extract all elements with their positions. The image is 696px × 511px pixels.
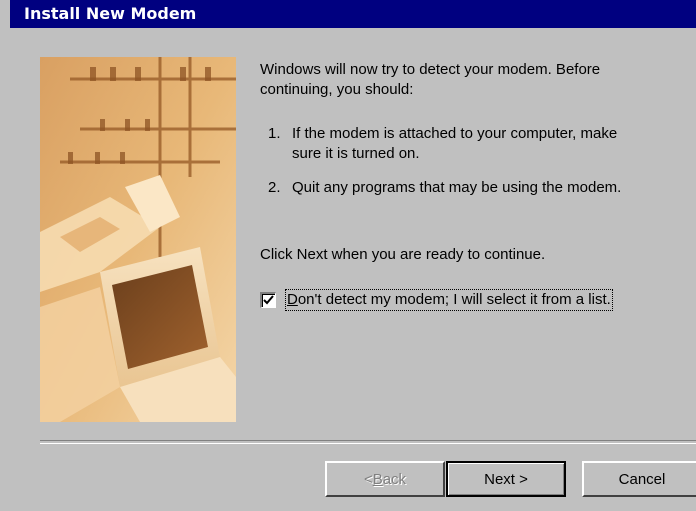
ready-text: Click Next when you are ready to continu…: [260, 246, 546, 263]
label-hotkey: D: [287, 291, 298, 308]
dont-detect-checkbox[interactable]: [260, 292, 276, 308]
cancel-button[interactable]: Cancel: [582, 461, 696, 497]
step-number: 1.: [268, 125, 281, 142]
window-title: Install New Modem: [24, 4, 197, 23]
next-button[interactable]: Next >: [446, 461, 566, 497]
wizard-illustration: [40, 57, 236, 422]
dont-detect-label[interactable]: Don't detect my modem; I will select it …: [285, 289, 613, 311]
step-number: 2.: [268, 179, 281, 196]
back-rest: ack: [382, 470, 407, 488]
checkmark-icon: [263, 295, 274, 305]
wizard-window: Install New Modem Windows will now try t…: [0, 0, 696, 511]
back-prefix: <: [363, 470, 373, 488]
label-rest: on't detect my modem; I will select it f…: [297, 291, 611, 308]
step-text: Quit any programs that may be using the …: [292, 179, 622, 196]
back-hotkey: B: [372, 470, 383, 488]
back-button[interactable]: < Back: [325, 461, 445, 497]
intro-text: Windows will now try to detect your mode…: [260, 61, 601, 98]
instructions: Windows will now try to detect your mode…: [260, 60, 680, 263]
title-bar[interactable]: Install New Modem: [10, 0, 696, 28]
divider: [40, 440, 696, 444]
step-text: If the modem is attached to your compute…: [292, 125, 618, 162]
